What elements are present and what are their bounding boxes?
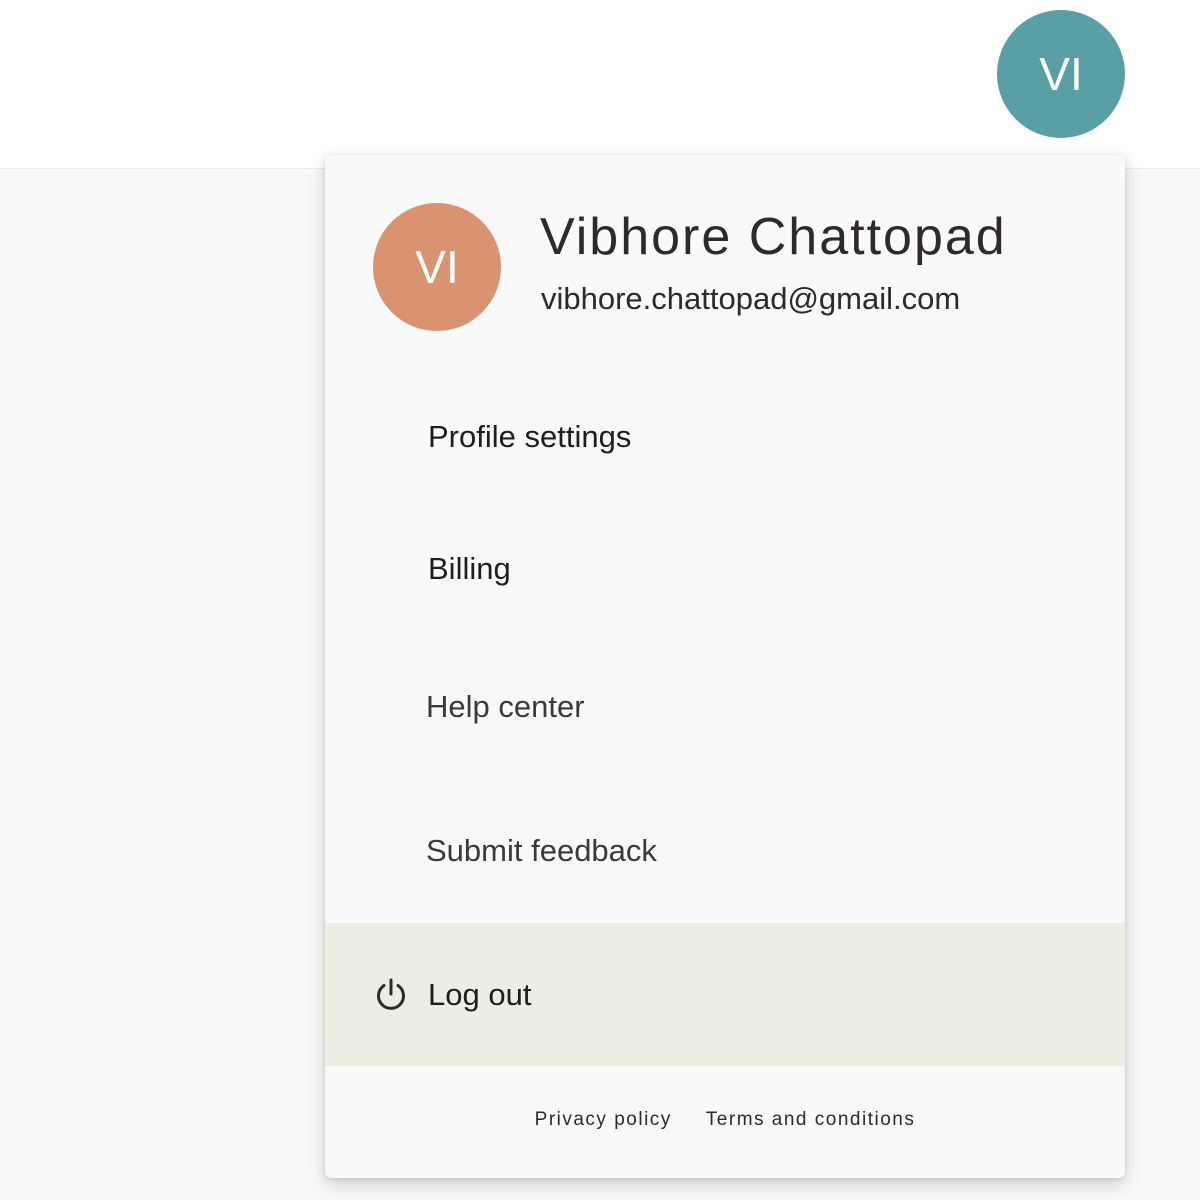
- terms-and-conditions-link[interactable]: Terms and conditions: [706, 1109, 916, 1131]
- user-name: Vibhore Chattopad: [540, 208, 1007, 266]
- menu-item-help-center[interactable]: Help center: [325, 657, 1125, 757]
- menu-item-label: Help center: [426, 689, 585, 724]
- account-avatar-button[interactable]: VI: [997, 10, 1125, 138]
- menu-item-label: Profile settings: [428, 419, 632, 454]
- user-email: vibhore.chattopad@gmail.com: [541, 281, 961, 316]
- menu-footer: Privacy policy Terms and conditions: [325, 1095, 1125, 1145]
- menu-item-submit-feedback[interactable]: Submit feedback: [325, 801, 1125, 901]
- privacy-policy-link[interactable]: Privacy policy: [535, 1109, 672, 1131]
- power-icon: [372, 976, 410, 1014]
- avatar-initials: VI: [1039, 48, 1083, 100]
- menu-item-profile-settings[interactable]: Profile settings: [325, 387, 1125, 487]
- menu-item-label: Billing: [428, 551, 511, 586]
- menu-avatar: VI: [373, 203, 501, 331]
- menu-item-billing[interactable]: Billing: [325, 519, 1125, 619]
- menu-avatar-initials: VI: [415, 241, 459, 293]
- menu-item-label: Submit feedback: [426, 833, 657, 868]
- logout-label: Log out: [428, 976, 532, 1012]
- account-menu: VI Vibhore Chattopad vibhore.chattopad@g…: [325, 155, 1125, 1178]
- logout-button[interactable]: Log out: [325, 923, 1125, 1066]
